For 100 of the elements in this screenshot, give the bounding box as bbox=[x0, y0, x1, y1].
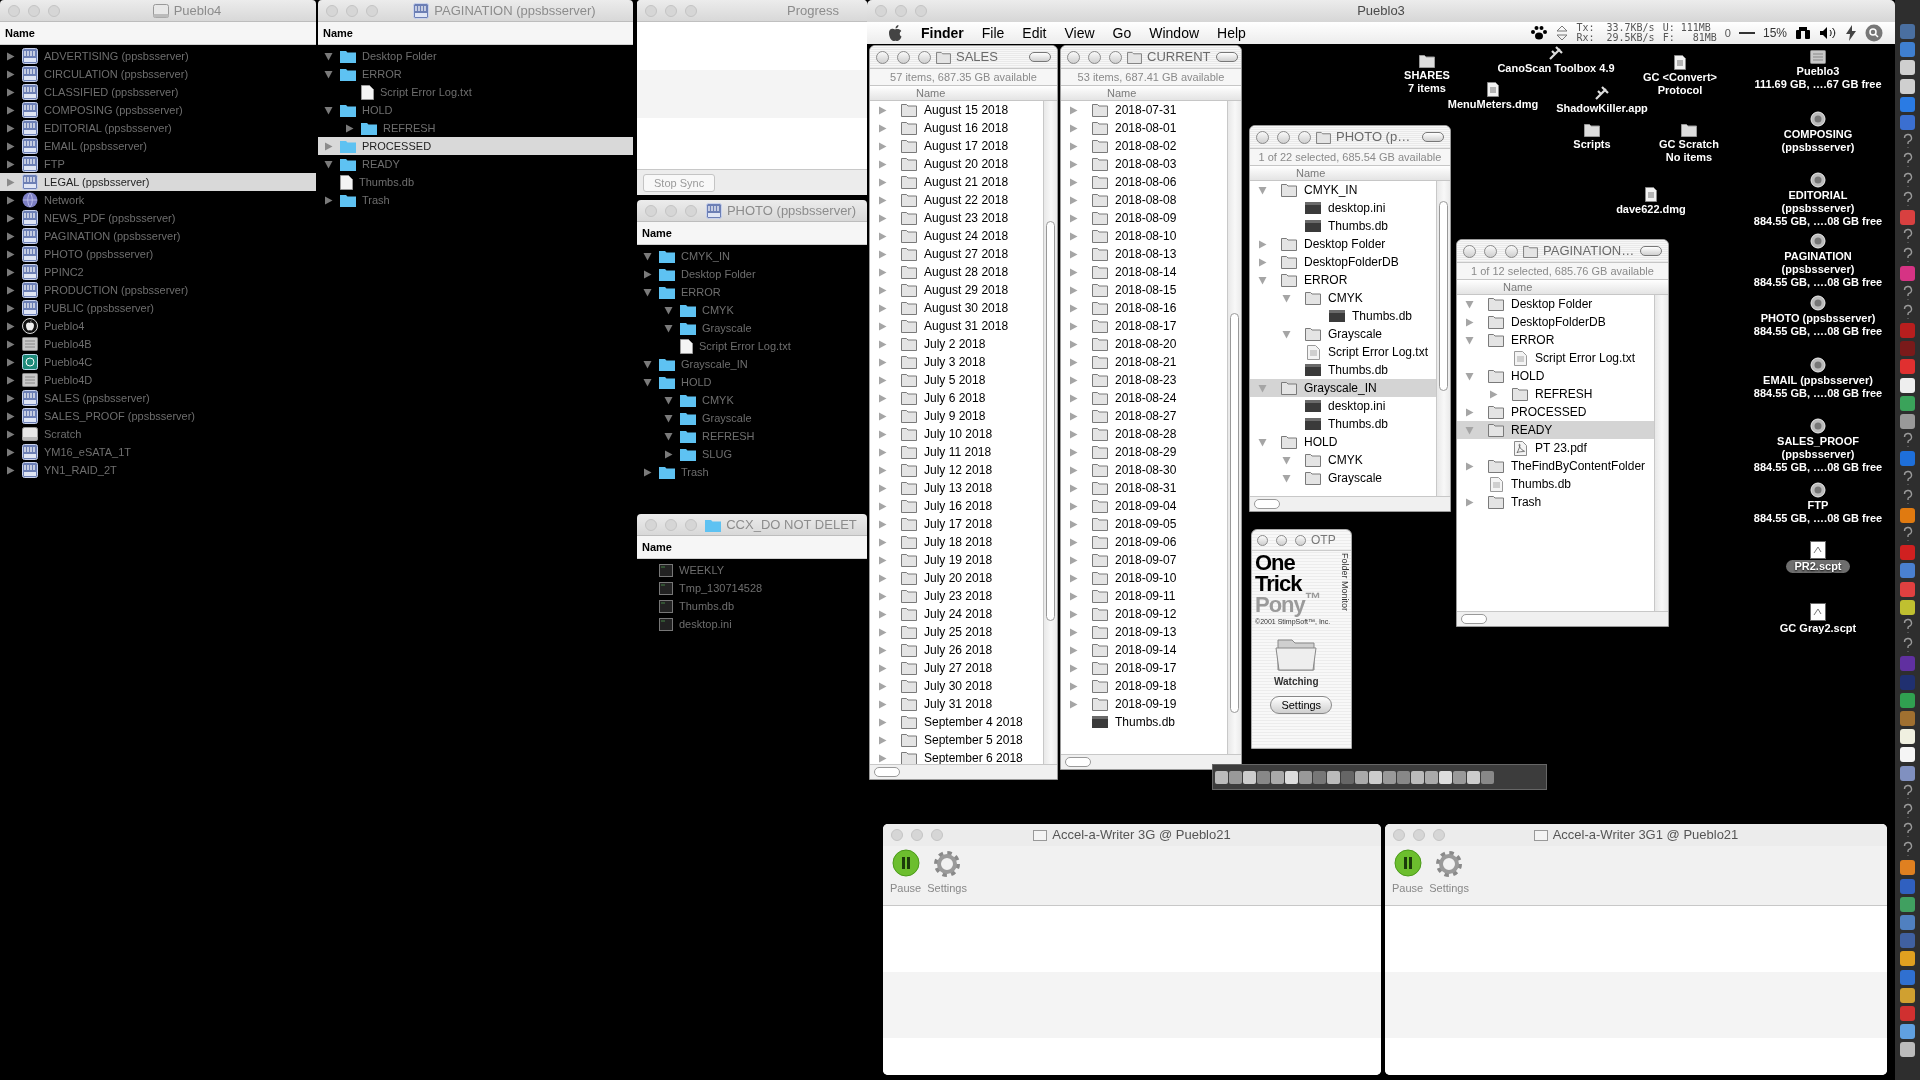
toolbar-icon[interactable] bbox=[1467, 770, 1480, 784]
toolbar-icon[interactable] bbox=[1439, 770, 1452, 784]
column-header[interactable]: Name bbox=[323, 24, 353, 42]
disclosure-triangle[interactable] bbox=[1282, 293, 1291, 303]
disclosure-triangle[interactable] bbox=[664, 305, 673, 315]
disclosure-triangle[interactable] bbox=[878, 555, 887, 565]
disclosure-triangle[interactable] bbox=[6, 339, 15, 349]
disclosure-triangle[interactable] bbox=[6, 411, 15, 421]
list-row[interactable]: July 2 2018 bbox=[870, 335, 1043, 353]
disclosure-triangle[interactable] bbox=[1069, 339, 1078, 349]
list-row[interactable]: Thumbs.db bbox=[1250, 361, 1436, 379]
list-row[interactable]: 2018-08-28 bbox=[1061, 425, 1227, 443]
list-row[interactable]: PAGINATION (ppsbsserver) bbox=[0, 227, 316, 245]
toolbar-icon[interactable] bbox=[1425, 770, 1438, 784]
zoom-button[interactable] bbox=[1298, 130, 1311, 144]
list-row[interactable]: Desktop Folder bbox=[318, 47, 633, 65]
list-row[interactable]: CMYK bbox=[1250, 451, 1436, 469]
disclosure-triangle[interactable] bbox=[6, 159, 15, 169]
list-row[interactable]: Desktop Folder bbox=[637, 265, 867, 283]
disclosure-triangle[interactable] bbox=[1465, 497, 1474, 507]
menu-item[interactable]: Help bbox=[1217, 22, 1246, 44]
disclosure-triangle[interactable] bbox=[664, 323, 673, 333]
list-row[interactable]: ERROR bbox=[318, 65, 633, 83]
desktop-icon-label[interactable]: dave622.dmg bbox=[1616, 203, 1686, 216]
toolbar-icon[interactable] bbox=[1215, 770, 1228, 784]
disclosure-triangle[interactable] bbox=[878, 141, 887, 151]
disclosure-triangle[interactable] bbox=[1465, 371, 1474, 381]
disclosure-triangle[interactable] bbox=[1069, 447, 1078, 457]
script-document-icon[interactable] bbox=[1810, 541, 1826, 559]
list-row[interactable]: Script Error Log.txt bbox=[1250, 343, 1436, 361]
zoom-button[interactable] bbox=[1505, 244, 1518, 258]
list-row[interactable]: Trash bbox=[318, 191, 633, 209]
disclosure-triangle[interactable] bbox=[664, 449, 673, 459]
disclosure-triangle[interactable] bbox=[6, 285, 15, 295]
desktop-icon-label[interactable]: EMAIL (ppsbsserver) 884.55 GB, ….08 GB free bbox=[1753, 374, 1883, 400]
list-row[interactable]: Script Error Log.txt bbox=[318, 83, 633, 101]
list-row[interactable]: SLUG bbox=[637, 445, 867, 463]
toolbar-icon[interactable] bbox=[1271, 770, 1284, 784]
zoom-button[interactable] bbox=[918, 50, 931, 64]
list-row[interactable]: CMYK_IN bbox=[637, 247, 867, 265]
disclosure-triangle[interactable] bbox=[878, 519, 887, 529]
disclosure-triangle[interactable] bbox=[6, 267, 15, 277]
disclosure-triangle[interactable] bbox=[324, 69, 333, 79]
disclosure-triangle[interactable] bbox=[1069, 321, 1078, 331]
toolbar-icon[interactable] bbox=[1355, 770, 1368, 784]
list-row[interactable]: CMYK bbox=[637, 301, 867, 319]
disclosure-triangle[interactable] bbox=[1069, 483, 1078, 493]
disclosure-triangle[interactable] bbox=[878, 303, 887, 313]
list-row[interactable]: Trash bbox=[637, 463, 867, 481]
toolbar-icon[interactable] bbox=[1453, 770, 1466, 784]
disclosure-triangle[interactable] bbox=[345, 123, 354, 133]
list-row[interactable]: 2018-09-07 bbox=[1061, 551, 1227, 569]
disclosure-triangle[interactable] bbox=[1465, 407, 1474, 417]
script-document-icon[interactable] bbox=[1810, 603, 1826, 621]
disclosure-triangle[interactable] bbox=[878, 357, 887, 367]
list-row[interactable]: July 5 2018 bbox=[870, 371, 1043, 389]
disclosure-triangle[interactable] bbox=[1069, 609, 1078, 619]
disclosure-triangle[interactable] bbox=[878, 105, 887, 115]
disclosure-triangle[interactable] bbox=[643, 359, 652, 369]
disclosure-triangle[interactable] bbox=[6, 249, 15, 259]
list-row[interactable]: 2018-08-24 bbox=[1061, 389, 1227, 407]
disclosure-triangle[interactable] bbox=[643, 287, 652, 297]
disclosure-triangle[interactable] bbox=[878, 177, 887, 187]
disclosure-triangle[interactable] bbox=[878, 195, 887, 205]
disclosure-triangle[interactable] bbox=[6, 429, 15, 439]
app-icon[interactable] bbox=[1900, 1042, 1915, 1058]
disclosure-triangle[interactable] bbox=[878, 663, 887, 673]
list-row[interactable]: July 24 2018 bbox=[870, 605, 1043, 623]
list-row[interactable]: CMYK_IN bbox=[1250, 181, 1436, 199]
disclosure-triangle[interactable] bbox=[878, 681, 887, 691]
list-row[interactable]: CMYK bbox=[637, 391, 867, 409]
disclosure-triangle[interactable] bbox=[6, 375, 15, 385]
list-row[interactable]: 2018-08-27 bbox=[1061, 407, 1227, 425]
desktop-icon-label[interactable]: EDITORIAL (ppsbsserver) 884.55 GB, ….08 GB free bbox=[1753, 189, 1883, 228]
list-row[interactable]: desktop.ini bbox=[1250, 397, 1436, 415]
list-row[interactable]: Tmp_130714528 bbox=[637, 579, 867, 597]
desktop-icon-label[interactable]: PHOTO (ppsbsserver) 884.55 GB, ….08 GB free bbox=[1753, 312, 1883, 338]
list-row[interactable]: 2018-08-16 bbox=[1061, 299, 1227, 317]
list-row[interactable]: August 20 2018 bbox=[870, 155, 1043, 173]
disclosure-triangle[interactable] bbox=[6, 231, 15, 241]
disclosure-triangle[interactable] bbox=[1069, 357, 1078, 367]
disclosure-triangle[interactable] bbox=[6, 447, 15, 457]
list-row[interactable]: Thumbs.db bbox=[1061, 713, 1227, 731]
settings-button[interactable]: Settings bbox=[1270, 695, 1333, 714]
toolbar-icon[interactable] bbox=[1285, 770, 1298, 784]
folder-icon[interactable] bbox=[1419, 54, 1435, 68]
list-row[interactable]: 2018-08-31 bbox=[1061, 479, 1227, 497]
list-row[interactable]: Network bbox=[0, 191, 316, 209]
disclosure-triangle[interactable] bbox=[1282, 329, 1291, 339]
list-row[interactable]: July 17 2018 bbox=[870, 515, 1043, 533]
list-row[interactable]: ERROR bbox=[637, 283, 867, 301]
list-row[interactable]: Grayscale_IN bbox=[637, 355, 867, 373]
document-icon[interactable] bbox=[1487, 82, 1499, 97]
disclosure-triangle[interactable] bbox=[1465, 335, 1474, 345]
app-icon[interactable] bbox=[1900, 729, 1915, 745]
disclosure-triangle[interactable] bbox=[1069, 501, 1078, 511]
disclosure-triangle[interactable] bbox=[878, 609, 887, 619]
menu-item[interactable]: File bbox=[981, 22, 1005, 44]
list-row[interactable]: DesktopFolderDB bbox=[1250, 253, 1436, 271]
disclosure-triangle[interactable] bbox=[878, 429, 887, 439]
